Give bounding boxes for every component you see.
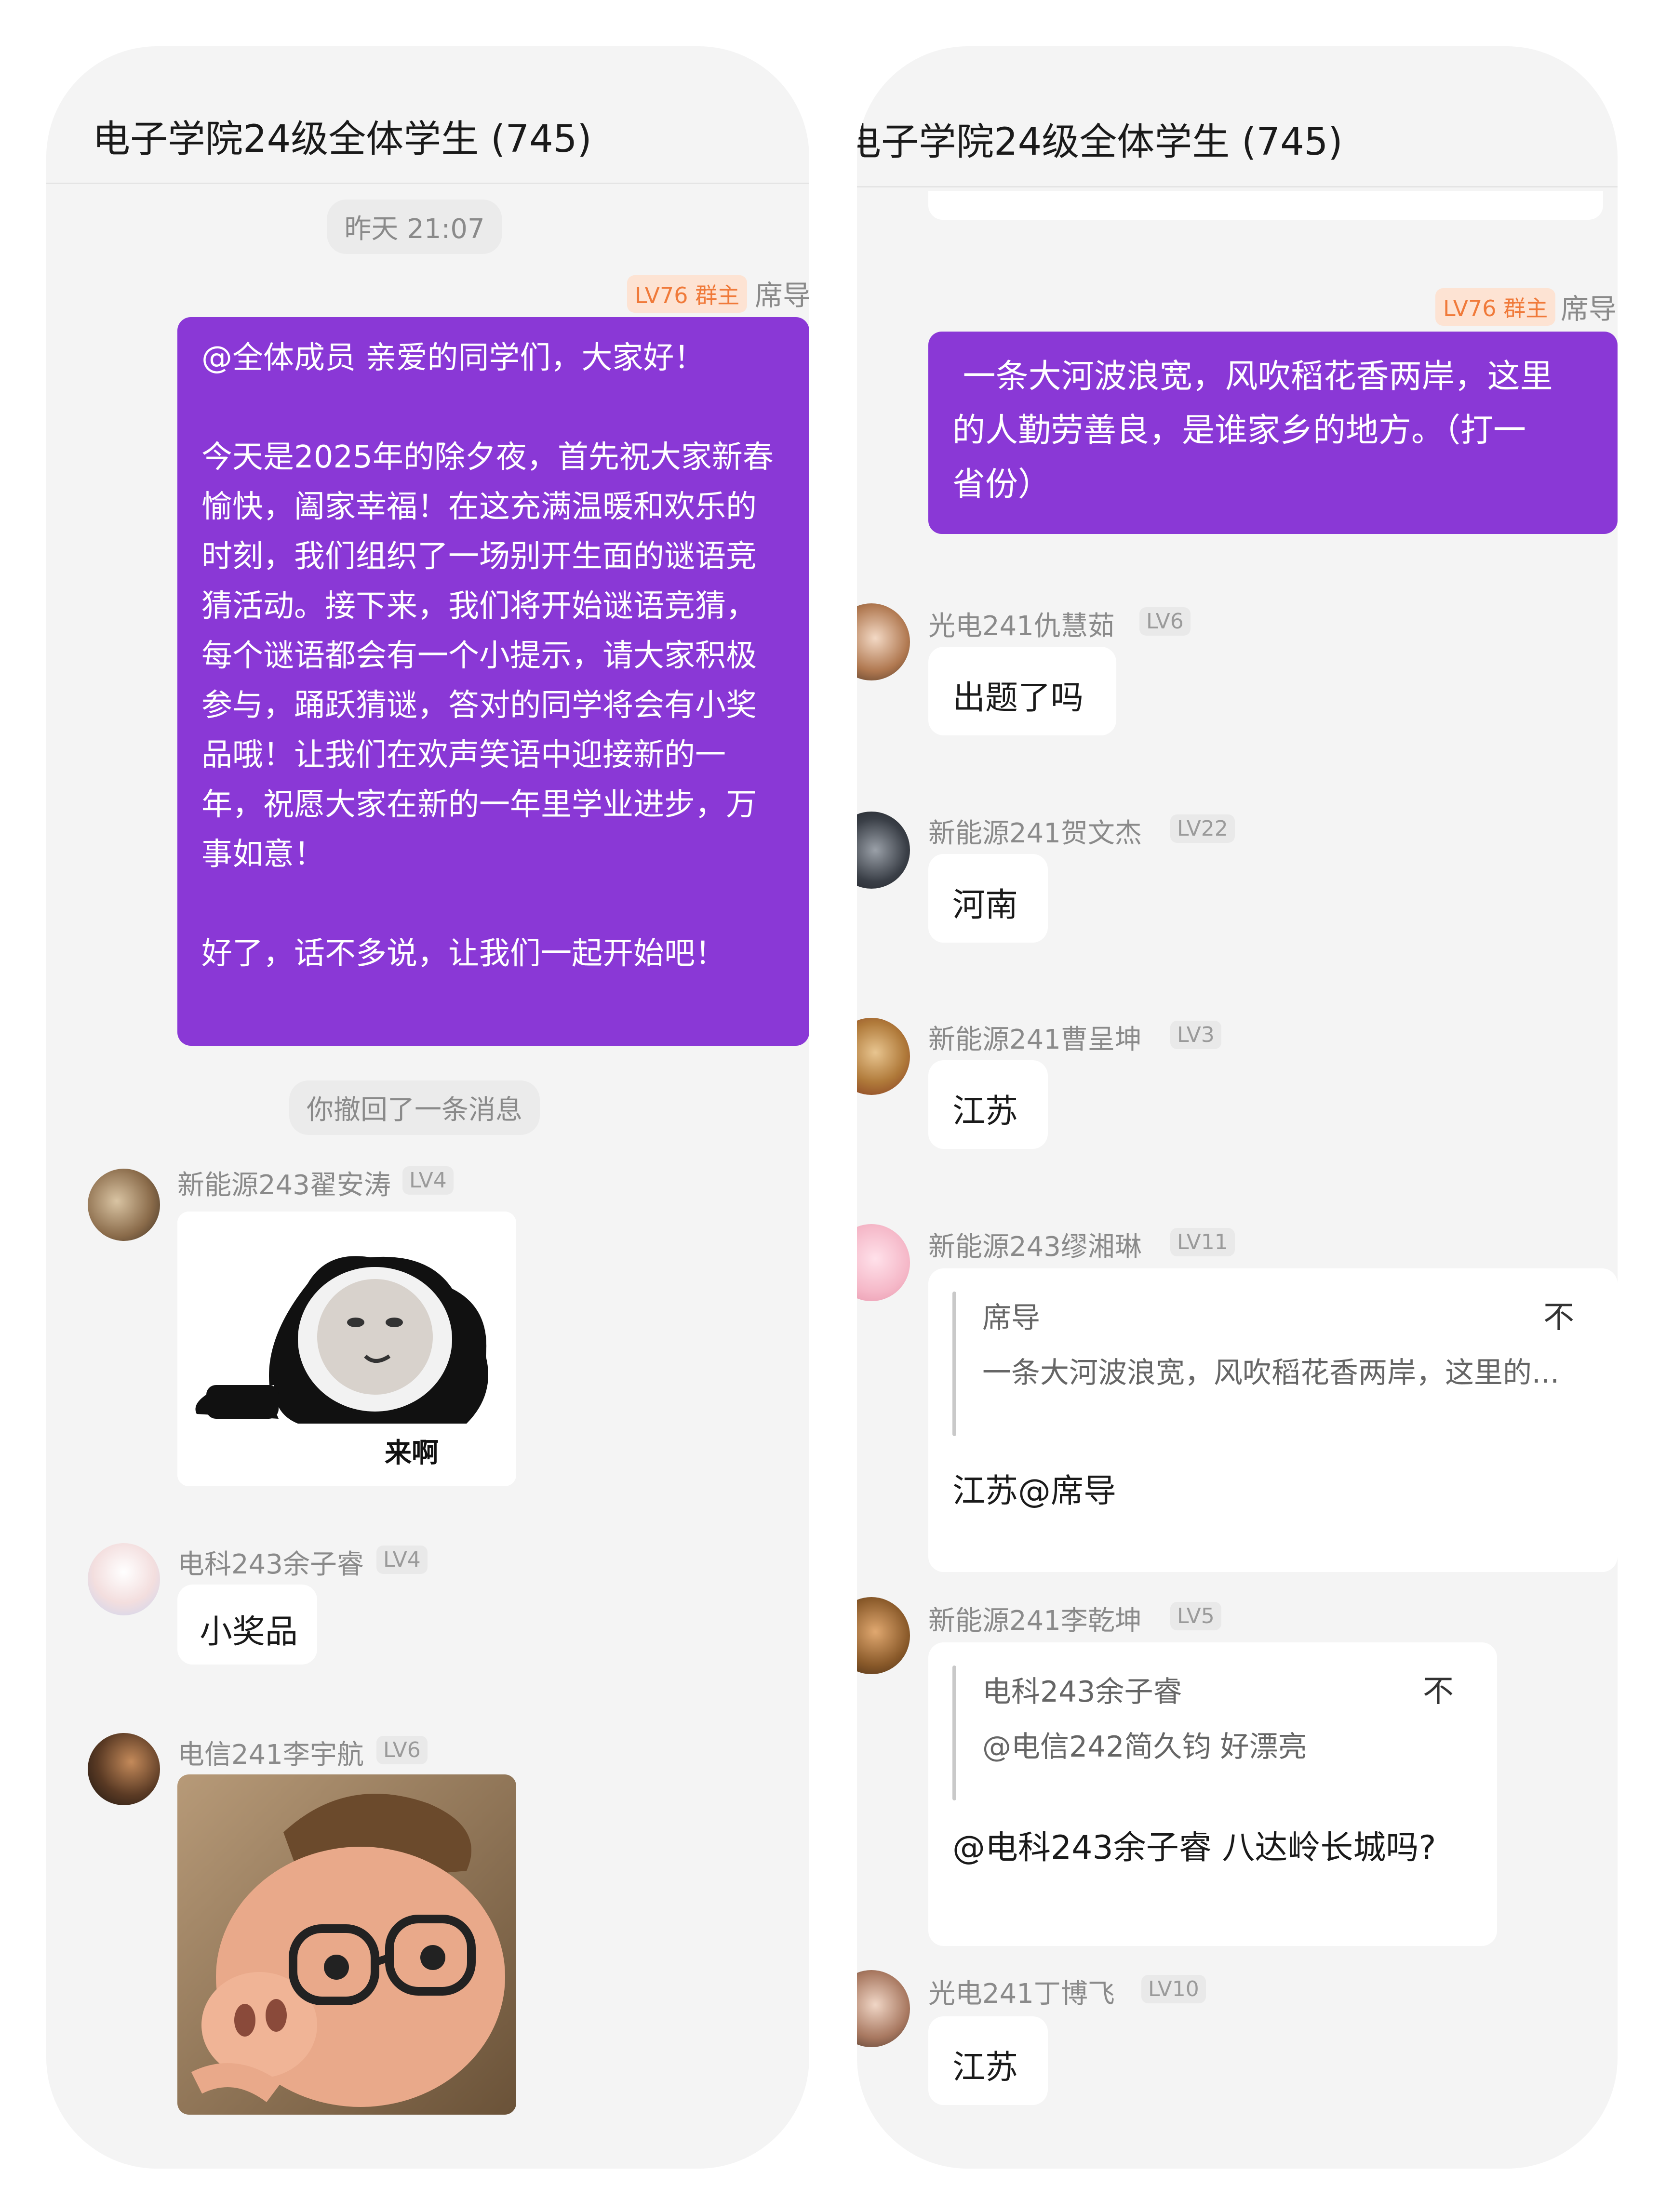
avatar[interactable] xyxy=(88,1169,160,1241)
sender-name[interactable]: 新能源241曹呈坤 xyxy=(928,1018,1142,1057)
quote-bar xyxy=(952,1666,956,1800)
message-bubble[interactable]: 江苏 xyxy=(928,2016,1048,2105)
sender-name[interactable]: 电信241李宇航 xyxy=(177,1733,364,1772)
avatar[interactable] xyxy=(857,812,910,889)
level-badge: LV10 xyxy=(1141,1975,1206,2003)
sender-name[interactable]: 光电241丁博飞 xyxy=(928,1972,1115,2011)
level-badge: LV4 xyxy=(402,1166,454,1195)
avatar[interactable] xyxy=(857,1224,910,1301)
chat-window-left: 电子学院24级全体学生 (745) 昨天 21:07 LV76 群主 席导 @全… xyxy=(46,46,809,2169)
sender-name[interactable]: 电科243余子睿 xyxy=(177,1543,364,1582)
level-badge: LV11 xyxy=(1170,1228,1235,1256)
sender-name[interactable]: 新能源241李乾坤 xyxy=(928,1599,1142,1638)
group-title[interactable]: 电子学院24级全体学生 (745) xyxy=(93,109,592,163)
message-bubble[interactable]: 一条大河波浪宽，风吹稻花香两岸，这里 的人勤劳善良，是谁家乡的地方。（打一 省份… xyxy=(928,332,1618,534)
avatar[interactable] xyxy=(857,603,910,680)
quote-text: 一条大河波浪宽，风吹稻花香两岸，这里的... xyxy=(982,1356,1560,1390)
sender-name[interactable]: 光电241仇慧茹 xyxy=(928,604,1115,643)
level-badge: LV3 xyxy=(1170,1021,1221,1049)
reply-bubble[interactable]: 电科243余子睿 不 @电信242简久钧 好漂亮 @电科243余子睿 八达岭长城… xyxy=(928,1642,1497,1946)
header-divider xyxy=(857,186,1618,187)
quote-icon[interactable]: 不 xyxy=(1543,1293,1574,1337)
reply-text: 江苏@席导 xyxy=(952,1472,1117,1510)
level-badge: LV22 xyxy=(1170,814,1235,843)
sender-name[interactable]: 席导 xyxy=(1561,286,1617,327)
sticker-image[interactable] xyxy=(177,1774,516,2115)
avatar[interactable] xyxy=(88,1543,160,1615)
reply-bubble[interactable]: 席导 不 一条大河波浪宽，风吹稻花香两岸，这里的... 江苏@席导 xyxy=(928,1268,1618,1572)
quote-author: 席导 xyxy=(982,1301,1040,1335)
level-badge: LV6 xyxy=(376,1736,428,1764)
message-bubble[interactable]: 小奖品 xyxy=(177,1585,317,1665)
message-bubble[interactable]: @全体成员 亲爱的同学们，大家好！ 今天是2025年的除夕夜，首先祝大家新春 愉… xyxy=(177,317,809,1046)
timestamp: 昨天 21:07 xyxy=(327,200,502,254)
previous-message-bubble xyxy=(928,191,1603,220)
level-badge: LV4 xyxy=(376,1546,428,1574)
recall-notice: 你撤回了一条消息 xyxy=(289,1080,540,1135)
quote-author: 电科243余子睿 xyxy=(982,1675,1182,1709)
header-divider xyxy=(46,183,809,184)
cartoon-pig-icon xyxy=(177,1774,516,2115)
message-bubble[interactable]: 河南 xyxy=(928,854,1048,943)
avatar[interactable] xyxy=(857,1970,910,2047)
message-bubble[interactable]: 出题了吗 xyxy=(928,647,1116,735)
level-badge: LV5 xyxy=(1170,1602,1221,1630)
quote-icon[interactable]: 不 xyxy=(1423,1666,1454,1711)
reply-text: @电科243余子睿 八达岭长城吗? xyxy=(952,1829,1436,1867)
chat-window-right: 电子学院24级全体学生 (745) LV76 群主 席导 一条大河波浪宽，风吹稻… xyxy=(857,46,1618,2169)
level-badge: LV6 xyxy=(1139,607,1191,636)
group-title[interactable]: 电子学院24级全体学生 (745) xyxy=(857,112,1343,166)
quote-text: @电信242简久钧 好漂亮 xyxy=(982,1730,1307,1764)
quote-bar xyxy=(952,1292,956,1436)
avatar[interactable] xyxy=(88,1733,160,1805)
avatar[interactable] xyxy=(857,1018,910,1095)
owner-badge: LV76 群主 xyxy=(627,275,748,313)
sender-name[interactable]: 新能源241贺文杰 xyxy=(928,812,1142,851)
sender-name[interactable]: 新能源243缪湘琳 xyxy=(928,1225,1142,1264)
sticker-image[interactable]: 来啊 xyxy=(177,1212,516,1486)
panda-meme-icon: 来啊 xyxy=(177,1212,516,1486)
sticker-caption: 来啊 xyxy=(385,1438,439,1469)
owner-badge: LV76 群主 xyxy=(1435,288,1556,326)
sender-name[interactable]: 席导 xyxy=(755,273,809,313)
sender-name[interactable]: 新能源243翟安涛 xyxy=(177,1163,391,1202)
message-bubble[interactable]: 江苏 xyxy=(928,1060,1048,1149)
avatar[interactable] xyxy=(857,1597,910,1674)
